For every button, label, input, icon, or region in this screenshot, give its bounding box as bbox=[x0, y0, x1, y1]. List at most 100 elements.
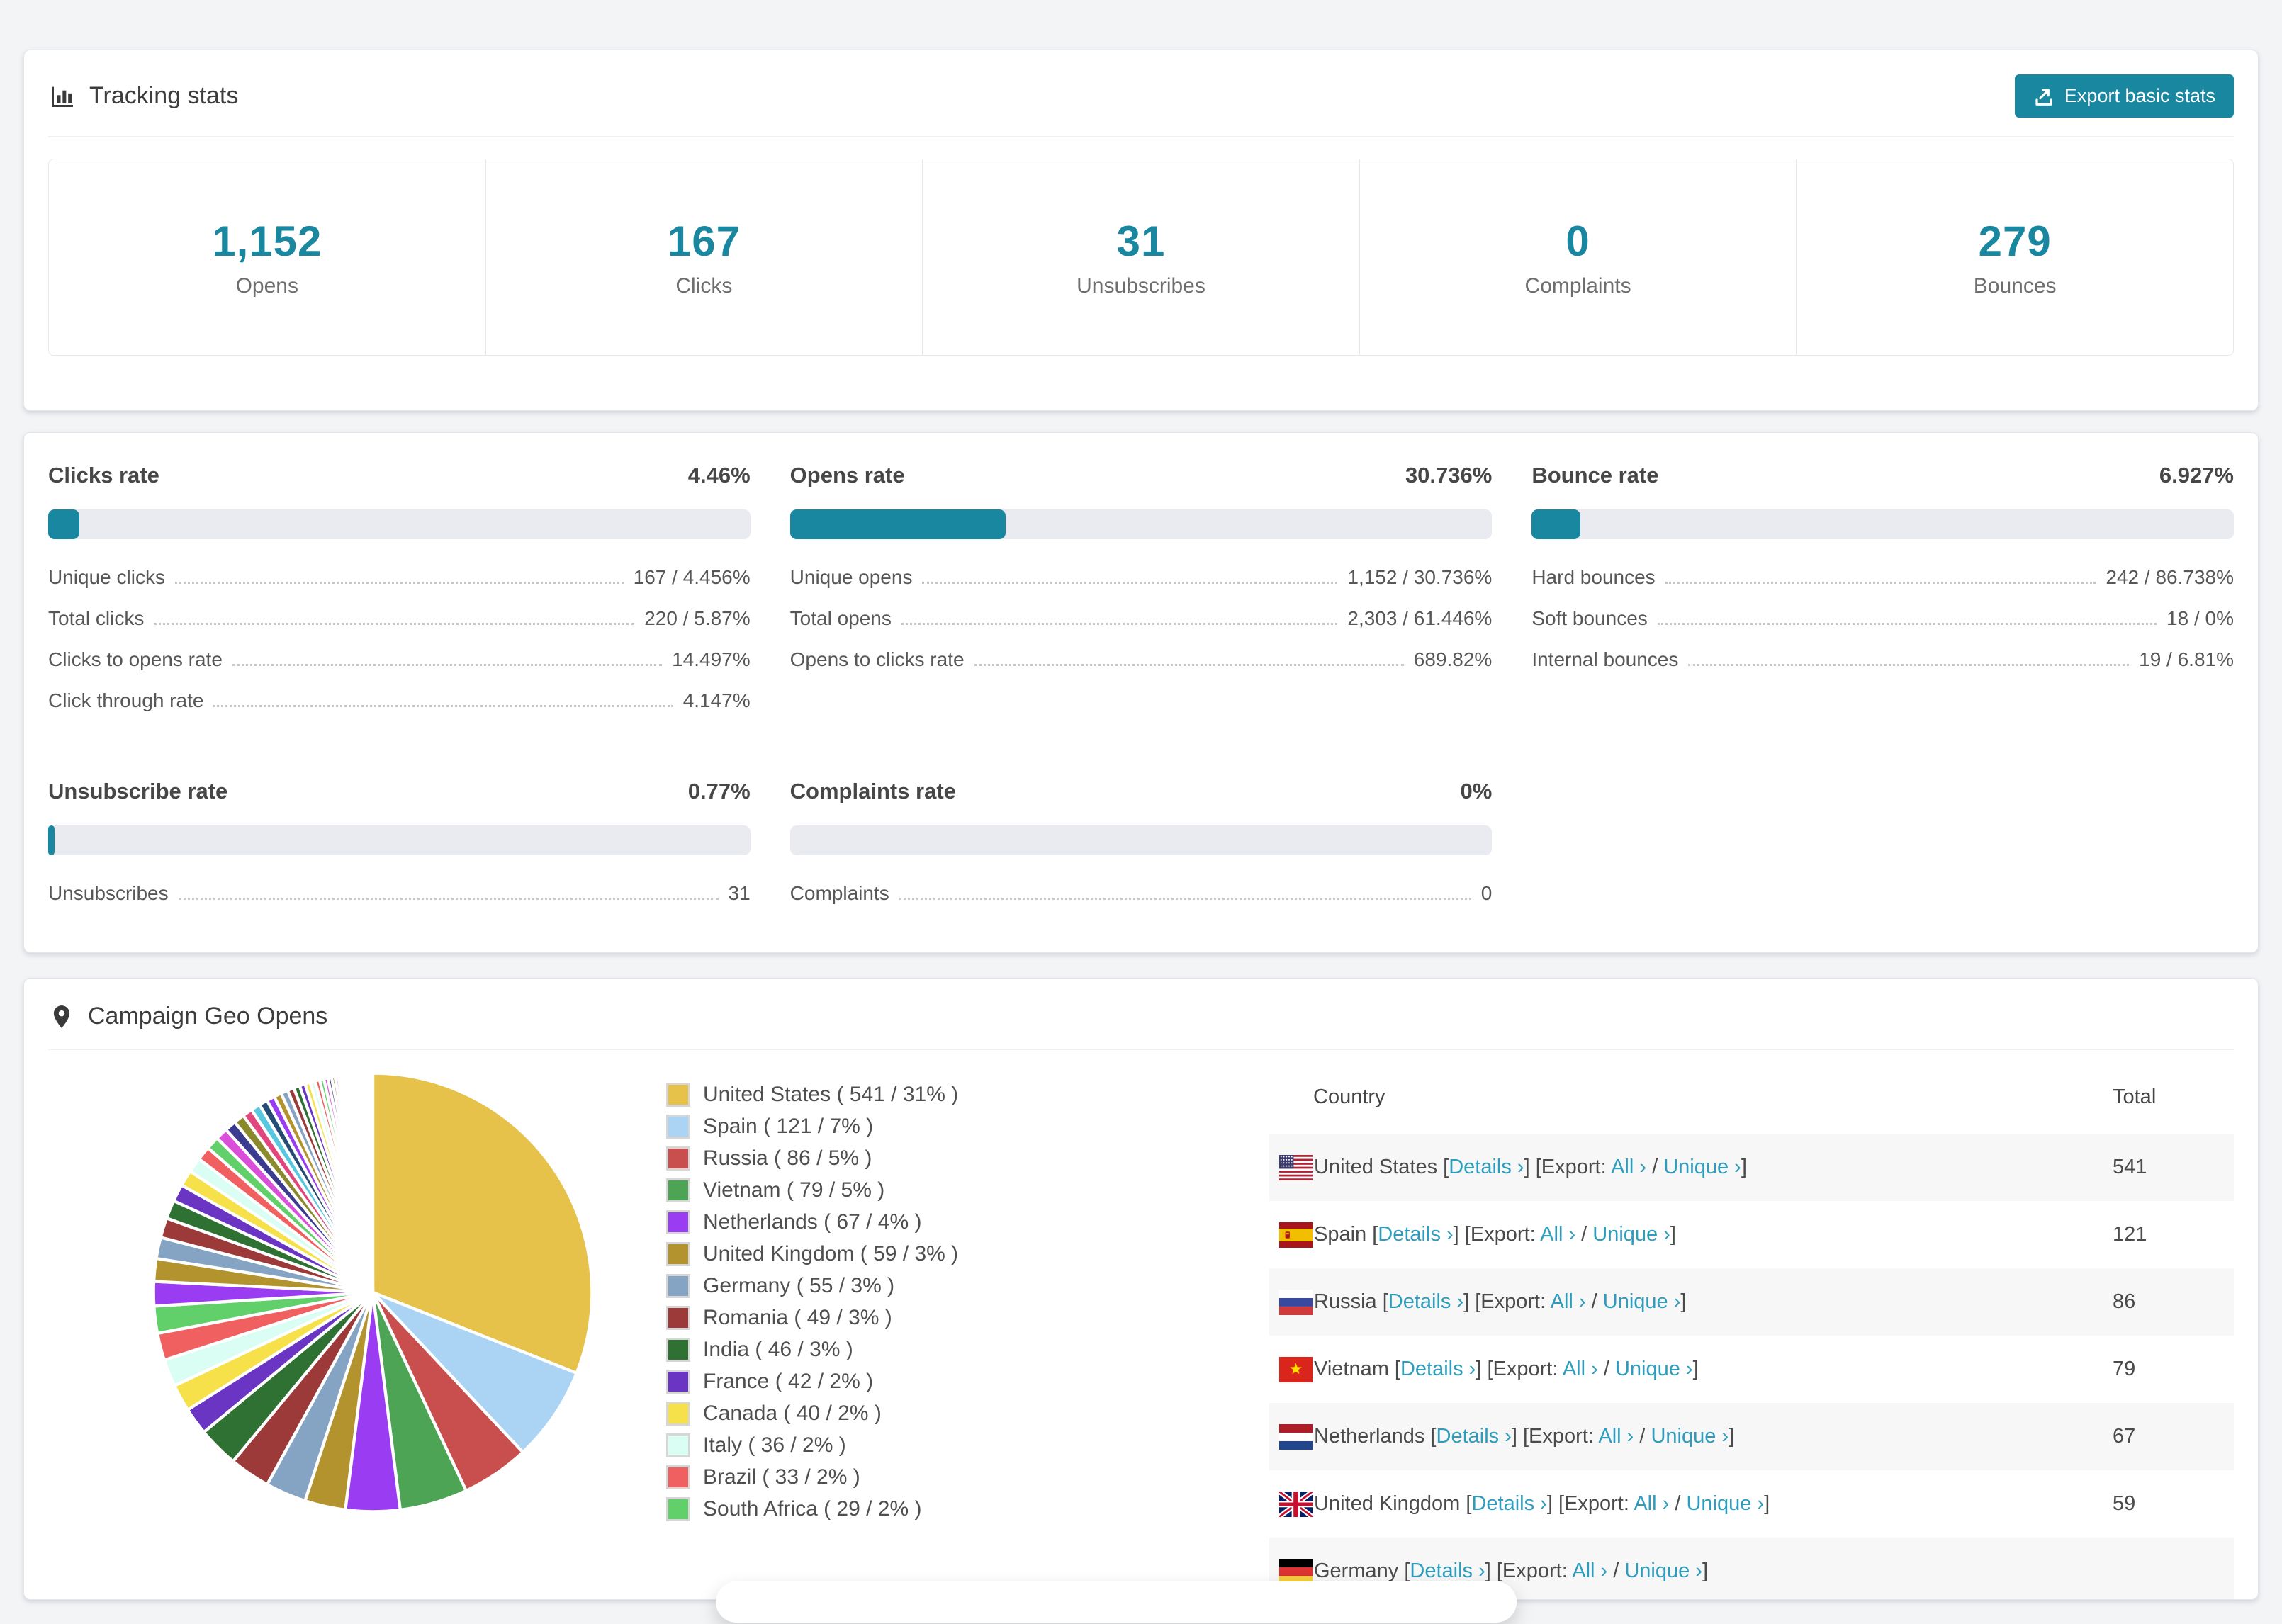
export-unique-link[interactable]: Unique › bbox=[1686, 1492, 1764, 1515]
rate-row-value: 242 / 86.738% bbox=[2106, 566, 2234, 588]
rates-card: Clicks rate 4.46% Unique clicks 167 / 4.456… bbox=[23, 432, 2259, 953]
legend-label: Brazil ( 33 / 2% ) bbox=[703, 1465, 860, 1489]
summary-stats-row: 1,152 Opens 167 Clicks 31 Unsubscribes 0 Compla… bbox=[48, 159, 2234, 356]
export-all-link[interactable]: All › bbox=[1551, 1290, 1586, 1313]
rate-panel: Bounce rate 6.927% Hard bounces 242 / 86.73… bbox=[1531, 463, 2234, 729]
legend-label: Netherlands ( 67 / 4% ) bbox=[703, 1210, 922, 1234]
horizontal-scrollbar-thumb[interactable] bbox=[716, 1581, 1517, 1623]
stat-label: Clicks bbox=[675, 274, 733, 298]
rate-value: 0% bbox=[1460, 779, 1493, 803]
rate-row-label: Total opens bbox=[789, 607, 892, 629]
details-link[interactable]: Details › bbox=[1437, 1425, 1512, 1448]
legend-swatch bbox=[666, 1497, 690, 1521]
export-unique-link[interactable]: Unique › bbox=[1663, 1156, 1741, 1178]
table-row: United States [Details ›] [Export: All ›… bbox=[1269, 1134, 2234, 1201]
rate-title: Bounce rate bbox=[1531, 463, 1659, 487]
legend-item: South Africa ( 29 / 2% ) bbox=[666, 1497, 958, 1521]
legend-item: United Kingdom ( 59 / 3% ) bbox=[666, 1242, 958, 1266]
rate-panel-header: Complaints rate 0% bbox=[790, 779, 1493, 804]
legend-item: Spain ( 121 / 7% ) bbox=[666, 1115, 958, 1139]
rate-title: Clicks rate bbox=[48, 463, 159, 487]
country-cell: Germany [Details ›] [Export: All › / Uni… bbox=[1314, 1560, 1709, 1582]
export-basic-stats-button[interactable]: Export basic stats bbox=[2014, 74, 2234, 118]
legend-item: Canada ( 40 / 2% ) bbox=[666, 1402, 958, 1426]
stat-card: 31 Unsubscribes bbox=[923, 159, 1360, 355]
legend-swatch bbox=[666, 1465, 690, 1489]
details-link[interactable]: Details › bbox=[1378, 1223, 1453, 1246]
rate-title: Unsubscribe rate bbox=[48, 779, 228, 803]
details-link[interactable]: Details › bbox=[1400, 1358, 1476, 1380]
total-cell: 541 bbox=[2113, 1156, 2147, 1178]
progress-bar-track bbox=[789, 509, 1493, 539]
geo-section-title: Campaign Geo Opens bbox=[88, 1003, 328, 1030]
country-column-header: Country bbox=[1313, 1085, 1386, 1108]
country-cell: United States [Details ›] [Export: All ›… bbox=[1314, 1156, 1747, 1178]
export-all-link[interactable]: All › bbox=[1634, 1492, 1669, 1515]
dotted-leader bbox=[1688, 664, 2130, 666]
export-all-link[interactable]: All › bbox=[1563, 1358, 1598, 1380]
stat-label: Unsubscribes bbox=[1077, 274, 1205, 298]
geo-header: Campaign Geo Opens bbox=[24, 979, 2258, 1049]
export-unique-link[interactable]: Unique › bbox=[1603, 1290, 1681, 1313]
legend-item: Vietnam ( 79 / 5% ) bbox=[666, 1178, 958, 1202]
legend-swatch bbox=[666, 1338, 690, 1362]
rate-row-label: Click through rate bbox=[48, 689, 204, 711]
campaign-geo-opens-card: Campaign Geo Opens United States ( 541 /… bbox=[23, 978, 2259, 1600]
table-row: Spain [Details ›] [Export: All › / Uniqu… bbox=[1269, 1201, 2234, 1268]
table-row: Netherlands [Details ›] [Export: All › /… bbox=[1269, 1403, 2234, 1470]
vn-flag-icon bbox=[1279, 1356, 1313, 1382]
ru-flag-icon bbox=[1279, 1289, 1313, 1315]
pie-legend: United States ( 541 / 31% ) Spain ( 121 /… bbox=[666, 1083, 958, 1529]
rate-detail-row: Complaints 0 bbox=[790, 881, 1493, 905]
export-all-link[interactable]: All › bbox=[1540, 1223, 1575, 1246]
rate-value: 0.77% bbox=[687, 779, 751, 803]
bar-chart-icon bbox=[48, 82, 77, 111]
stat-card: 0 Complaints bbox=[1360, 159, 1797, 355]
es-flag-icon bbox=[1279, 1222, 1313, 1248]
export-unique-link[interactable]: Unique › bbox=[1592, 1223, 1670, 1246]
details-link[interactable]: Details › bbox=[1449, 1156, 1524, 1178]
legend-swatch bbox=[666, 1083, 690, 1107]
rate-row-label: Internal bounces bbox=[1531, 648, 1679, 670]
rate-row-value: 0 bbox=[1480, 882, 1493, 904]
rate-title: Complaints rate bbox=[789, 779, 956, 803]
rate-row-value: 18 / 0% bbox=[2166, 607, 2234, 629]
rate-detail-row: Internal bounces 19 / 6.81% bbox=[1531, 647, 2234, 671]
legend-item: France ( 42 / 2% ) bbox=[666, 1370, 958, 1394]
legend-label: France ( 42 / 2% ) bbox=[703, 1370, 874, 1393]
country-cell: Russia [Details ›] [Export: All › / Uniq… bbox=[1314, 1290, 1687, 1313]
rate-row-label: Soft bounces bbox=[1531, 607, 1648, 629]
rate-detail-row: Soft bounces 18 / 0% bbox=[1531, 606, 2234, 630]
export-all-link[interactable]: All › bbox=[1611, 1156, 1646, 1178]
rate-row-value: 167 / 4.456% bbox=[633, 566, 751, 588]
details-link[interactable]: Details › bbox=[1388, 1290, 1463, 1313]
rate-row-value: 220 / 5.87% bbox=[644, 607, 751, 629]
rate-panel: Complaints rate 0% Complaints 0 bbox=[789, 779, 1493, 922]
legend-swatch bbox=[666, 1274, 690, 1298]
rate-row-label: Total clicks bbox=[48, 607, 145, 629]
progress-bar-fill bbox=[789, 509, 1006, 539]
export-icon bbox=[2033, 86, 2055, 107]
dotted-leader bbox=[901, 623, 1338, 625]
details-link[interactable]: Details › bbox=[1410, 1560, 1485, 1582]
stat-card: 279 Bounces bbox=[1797, 159, 2233, 355]
stat-label: Complaints bbox=[1524, 274, 1631, 298]
export-all-link[interactable]: All › bbox=[1598, 1425, 1634, 1448]
rate-row-label: Unsubscribes bbox=[48, 882, 169, 904]
rate-detail-rows: Unsubscribes 31 bbox=[48, 881, 751, 905]
legend-swatch bbox=[666, 1433, 690, 1457]
rate-panel-header: Bounce rate 6.927% bbox=[1531, 463, 2234, 488]
rate-value: 30.736% bbox=[1405, 463, 1493, 487]
details-link[interactable]: Details › bbox=[1471, 1492, 1546, 1515]
nl-flag-icon bbox=[1279, 1423, 1313, 1450]
legend-label: United Kingdom ( 59 / 3% ) bbox=[703, 1242, 959, 1265]
rate-row-value: 2,303 / 61.446% bbox=[1347, 607, 1493, 629]
rate-panel-header: Clicks rate 4.46% bbox=[48, 463, 751, 488]
export-unique-link[interactable]: Unique › bbox=[1651, 1425, 1729, 1448]
export-all-link[interactable]: All › bbox=[1572, 1560, 1607, 1582]
header-divider bbox=[48, 136, 2234, 137]
rate-detail-row: Unique clicks 167 / 4.456% bbox=[48, 565, 751, 589]
export-unique-link[interactable]: Unique › bbox=[1624, 1560, 1702, 1582]
legend-item: Brazil ( 33 / 2% ) bbox=[666, 1465, 958, 1489]
export-unique-link[interactable]: Unique › bbox=[1615, 1358, 1693, 1380]
